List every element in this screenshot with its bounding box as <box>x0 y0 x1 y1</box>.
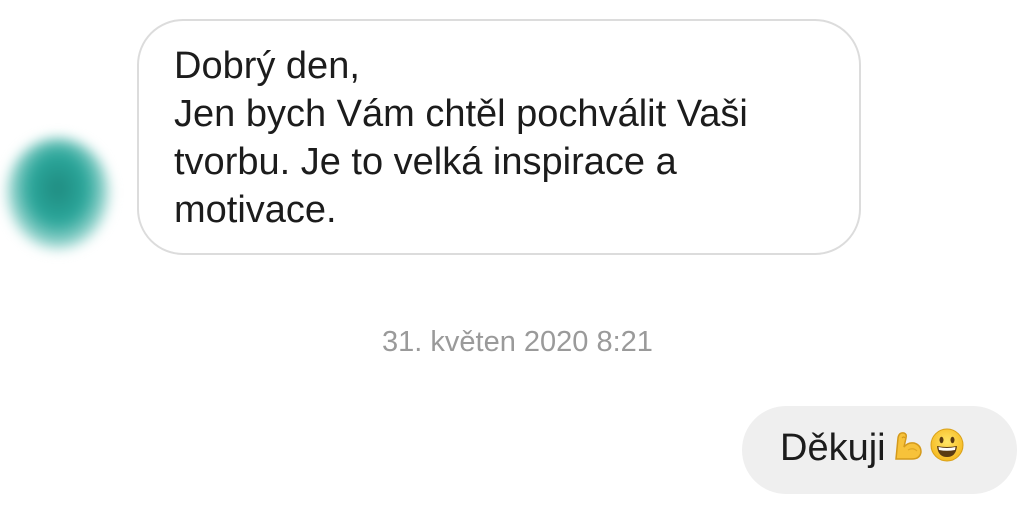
outgoing-message-text: Děkuji <box>780 427 886 469</box>
grinning-face-icon <box>928 426 966 469</box>
flexed-biceps-icon <box>888 426 926 469</box>
message-timestamp: 31. květen 2020 8:21 <box>382 326 653 358</box>
incoming-message-bubble[interactable]: Dobrý den, Jen bych Vám chtěl pochválit … <box>137 19 861 255</box>
outgoing-message-bubble[interactable]: Děkuji <box>742 406 1017 494</box>
avatar[interactable] <box>6 138 110 250</box>
incoming-message-text: Dobrý den, Jen bych Vám chtěl pochválit … <box>174 45 748 231</box>
